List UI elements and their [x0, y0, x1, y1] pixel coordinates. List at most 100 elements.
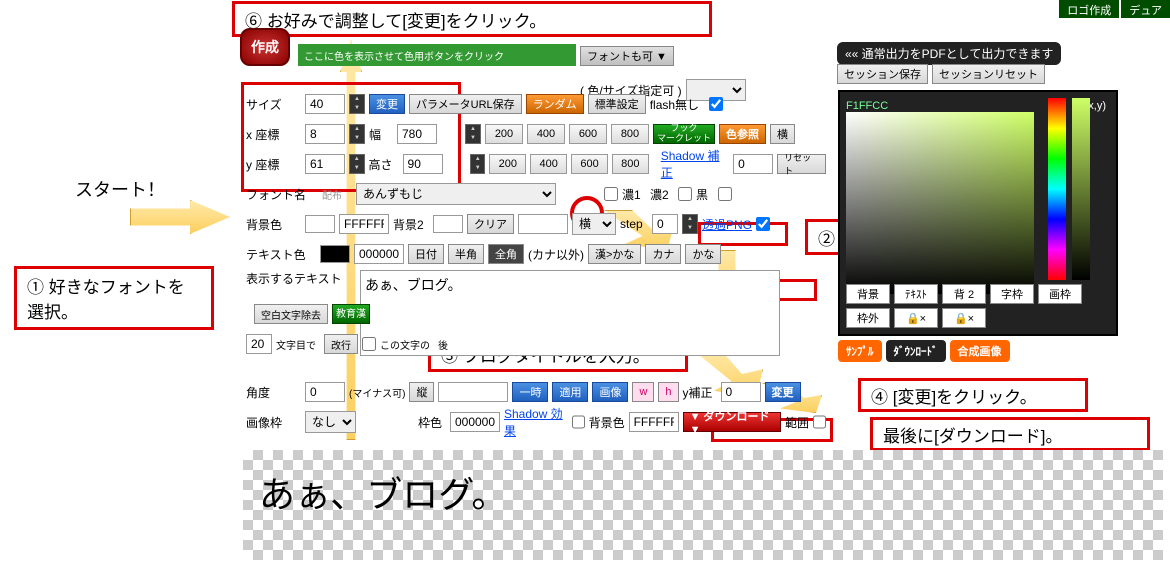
bg2-hex-input[interactable]: [518, 214, 568, 234]
topbar-logo[interactable]: ロゴ作成: [1059, 0, 1119, 18]
full-button[interactable]: 全角: [488, 244, 524, 264]
yoko-select[interactable]: 横: [572, 213, 616, 235]
black-checkbox[interactable]: [718, 187, 732, 201]
angle-input[interactable]: [305, 382, 345, 402]
x-spinner[interactable]: [349, 124, 365, 144]
x-input[interactable]: [305, 124, 345, 144]
picker-imgframe-button[interactable]: 画枠: [1038, 284, 1082, 304]
picker-charframe-button[interactable]: 字枠: [990, 284, 1034, 304]
std-button[interactable]: 標準設定: [588, 94, 646, 114]
w-spinner[interactable]: [465, 124, 481, 144]
newline-button[interactable]: 改行: [324, 334, 358, 354]
nou1-checkbox[interactable]: [604, 187, 618, 201]
random-button[interactable]: ランダム: [526, 94, 584, 114]
ycorr-input[interactable]: [721, 382, 761, 402]
change-button-main[interactable]: 変更: [765, 382, 801, 402]
nou2-checkbox[interactable]: [678, 187, 692, 201]
n600a[interactable]: 600: [569, 124, 607, 144]
n200b[interactable]: 200: [489, 154, 526, 174]
shadow-effect-link[interactable]: Shadow 効果: [504, 405, 568, 439]
step-spinner[interactable]: [682, 214, 698, 234]
picker-hue[interactable]: [1048, 98, 1066, 280]
picker-satval[interactable]: [846, 112, 1034, 294]
font-label: フォント名: [246, 186, 318, 203]
h-spinner[interactable]: [470, 154, 486, 174]
trans-png-checkbox[interactable]: [756, 217, 770, 231]
textcolor-swatch[interactable]: [320, 245, 350, 263]
black-pill[interactable]: ﾀﾞｳﾝﾛｰﾄﾞ: [886, 340, 946, 362]
yoko-button[interactable]: 横: [770, 124, 795, 144]
picker-bg2-button[interactable]: 背 2: [942, 284, 986, 304]
y-input[interactable]: [305, 154, 345, 174]
vert-button[interactable]: 縦: [409, 382, 434, 402]
kana-button[interactable]: カナ: [645, 244, 681, 264]
kana-except-label: (カナ以外): [528, 246, 584, 263]
height-input[interactable]: [403, 154, 443, 174]
frame-select[interactable]: なし: [305, 411, 356, 433]
n800b[interactable]: 800: [612, 154, 649, 174]
image-button[interactable]: 画像: [592, 382, 628, 402]
callout-last: 最後に[ダウンロード]。: [870, 417, 1150, 451]
scope-checkbox[interactable]: [813, 415, 826, 429]
kana3-button[interactable]: かな: [685, 244, 721, 264]
bg2-swatch[interactable]: [433, 215, 463, 233]
session-reset-button[interactable]: セッションリセット: [932, 64, 1045, 84]
ycorr-label: y補正: [683, 384, 717, 401]
num-input[interactable]: [246, 334, 272, 354]
flash-label: flash無し: [650, 96, 705, 113]
kan-kana-button[interactable]: 漢>かな: [588, 244, 641, 264]
framecolor-input[interactable]: [450, 412, 500, 432]
edu-kanji-button[interactable]: 教育漢: [332, 304, 370, 324]
color-ref-button[interactable]: 色参照: [719, 124, 766, 144]
thischar-checkbox[interactable]: [362, 337, 376, 351]
n400b[interactable]: 400: [530, 154, 567, 174]
n200a[interactable]: 200: [485, 124, 523, 144]
half-button[interactable]: 半角: [448, 244, 484, 264]
date-button[interactable]: 日付: [408, 244, 444, 264]
clear-button[interactable]: クリア: [467, 214, 514, 234]
n600b[interactable]: 600: [571, 154, 608, 174]
textcolor-hex-input[interactable]: [354, 244, 404, 264]
orange-pill-2[interactable]: 合成画像: [950, 340, 1010, 362]
bookmarklet-button[interactable]: ブック マークレット: [653, 124, 715, 144]
start-label: スタート！: [75, 176, 165, 202]
h-button[interactable]: h: [658, 382, 678, 402]
picker-lum[interactable]: [1072, 98, 1090, 280]
picker-text-button[interactable]: ﾃｷｽﾄ: [894, 284, 938, 304]
y-spinner[interactable]: [349, 154, 365, 174]
picker-lock1-button[interactable]: 🔒×: [894, 308, 938, 328]
font-select[interactable]: あんずもじ: [356, 183, 556, 205]
arrow-start: [130, 200, 230, 234]
bg-hex-input[interactable]: [339, 214, 389, 234]
n800a[interactable]: 800: [611, 124, 649, 144]
step-input[interactable]: [652, 214, 678, 234]
size-input[interactable]: [305, 94, 345, 114]
n400a[interactable]: 400: [527, 124, 565, 144]
bgcolor2-input[interactable]: [629, 412, 679, 432]
temp-button[interactable]: 一時: [512, 382, 548, 402]
trans-png-link[interactable]: 透過PNG: [702, 216, 752, 233]
topbar-dual[interactable]: デュア: [1121, 0, 1170, 18]
download-button[interactable]: ▼ ダウンロード ▼: [683, 412, 781, 432]
apply-button[interactable]: 適用: [552, 382, 588, 402]
shadow-input[interactable]: [733, 154, 773, 174]
reset-button[interactable]: リセット: [777, 154, 826, 174]
extra-input[interactable]: [438, 382, 508, 402]
blank-remove-button[interactable]: 空白文字除去: [254, 304, 328, 324]
session-save-button[interactable]: セッション保存: [837, 64, 928, 84]
create-button[interactable]: 作成: [240, 28, 290, 66]
orange-pill-1[interactable]: ｻﾝﾌﾟﾙ: [838, 340, 882, 362]
w-button[interactable]: w: [632, 382, 654, 402]
shadow-effect-checkbox[interactable]: [572, 415, 585, 429]
change-button-1[interactable]: 変更: [369, 94, 405, 114]
flash-checkbox[interactable]: [709, 97, 723, 111]
size-spinner[interactable]: [349, 94, 365, 114]
picker-outframe-button[interactable]: 枠外: [846, 308, 890, 328]
scope-label: 範囲: [785, 414, 809, 431]
picker-bg-button[interactable]: 背景: [846, 284, 890, 304]
param-save-button[interactable]: パラメータURL保存: [409, 94, 522, 114]
bg-swatch[interactable]: [305, 215, 335, 233]
picker-lock2-button[interactable]: 🔒×: [942, 308, 986, 328]
width-input[interactable]: [397, 124, 437, 144]
font-mo-button[interactable]: フォントも可 ▼: [580, 46, 674, 66]
